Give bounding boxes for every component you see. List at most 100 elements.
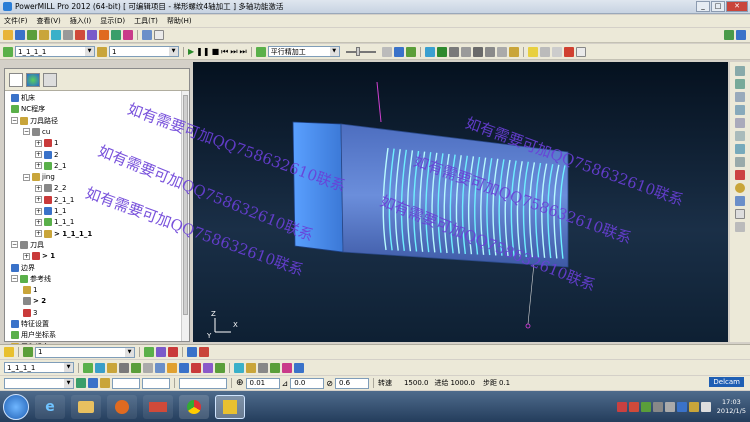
tool-database-icon[interactable] — [63, 30, 73, 40]
expand-toggle-icon[interactable]: − — [23, 173, 30, 181]
view-bottom-icon[interactable] — [735, 157, 745, 167]
ie-taskbar-button[interactable]: e — [35, 394, 65, 419]
tree-item[interactable]: − 参考线 — [11, 274, 51, 284]
tree-item[interactable]: +2_1 — [35, 161, 66, 171]
edit-10-icon[interactable] — [191, 362, 201, 373]
menu-help[interactable]: 帮助(H) — [167, 16, 192, 26]
exit-sim-icon[interactable] — [563, 46, 574, 57]
stock-cut-icon[interactable] — [551, 46, 562, 57]
boundary-icon[interactable] — [87, 30, 97, 40]
shaded-icon[interactable] — [735, 183, 745, 193]
edit-4-icon[interactable] — [119, 362, 129, 373]
expand-toggle-icon[interactable]: + — [35, 139, 42, 147]
edit-3-icon[interactable] — [107, 362, 117, 373]
tray-5-icon[interactable] — [676, 401, 687, 412]
bottom-tool-combo[interactable]: 1 ▼ — [35, 346, 135, 358]
view-back-icon[interactable] — [735, 118, 745, 128]
expand-toggle-icon[interactable]: − — [11, 275, 18, 283]
volume-icon[interactable] — [700, 401, 711, 412]
tool-close-icon[interactable] — [199, 347, 209, 357]
tree-item[interactable]: +2_2 — [35, 183, 66, 193]
view-right-icon[interactable] — [735, 144, 745, 154]
zoom-icon[interactable] — [735, 170, 745, 180]
open-icon[interactable] — [3, 30, 13, 40]
globe-tab[interactable] — [26, 72, 40, 87]
shade-mode-6-icon[interactable] — [508, 46, 519, 57]
close-button[interactable]: ✕ — [726, 1, 748, 12]
tool-shade-icon[interactable] — [187, 347, 197, 357]
render-icon[interactable] — [436, 46, 447, 57]
tray-3-icon[interactable] — [652, 401, 663, 412]
status-3-icon[interactable] — [100, 378, 110, 388]
status-field-3[interactable] — [179, 377, 227, 389]
blank-tab[interactable] — [43, 72, 57, 87]
shade-mode-5-icon[interactable] — [496, 46, 507, 57]
pause-icon[interactable]: ❚❚ — [196, 47, 209, 56]
feed-value[interactable]: 1000.0 — [450, 379, 475, 387]
tree-item[interactable]: 3 — [23, 308, 37, 318]
expand-toggle-icon[interactable]: + — [35, 196, 42, 204]
wireframe-icon[interactable] — [735, 196, 745, 206]
bottom-toolpath-combo[interactable]: 1_1_1_1 ▼ — [4, 362, 74, 373]
sim-help-icon[interactable] — [575, 46, 586, 57]
menu-display[interactable]: 显示(D) — [100, 16, 125, 26]
expand-toggle-icon[interactable]: + — [35, 151, 42, 158]
tree-item[interactable]: − cu — [23, 127, 50, 137]
menu-tools[interactable]: 工具(T) — [134, 16, 158, 26]
tool-edit-icon[interactable] — [156, 347, 166, 357]
tool-axis-icon[interactable] — [111, 30, 121, 40]
step-value[interactable]: 0.1 — [499, 379, 510, 387]
tool-combo[interactable]: 1 ▼ — [109, 46, 179, 57]
feeds-icon[interactable] — [51, 30, 61, 40]
tool-holder-icon[interactable] — [23, 347, 33, 357]
tree-item[interactable]: − jing — [23, 172, 55, 182]
expand-toggle-icon[interactable]: + — [35, 218, 42, 226]
thickness-field[interactable]: 0.0 — [290, 377, 325, 389]
tree-item[interactable]: + > 1 — [23, 251, 55, 261]
clock[interactable]: 17:03 2012/1/5 — [717, 398, 746, 416]
tree-item[interactable]: 1 — [23, 285, 37, 295]
leads-icon[interactable] — [99, 30, 109, 40]
app-taskbar-button[interactable] — [143, 394, 173, 419]
minimize-button[interactable]: _ — [696, 1, 710, 12]
tree-item[interactable]: − 刀具 — [11, 240, 44, 250]
start-button[interactable] — [3, 393, 29, 420]
strategy-combo[interactable]: 平行精加工 ▼ — [267, 46, 340, 57]
step-icon[interactable]: ⏭ — [230, 47, 237, 57]
block-icon[interactable] — [27, 30, 37, 40]
tray-2-icon[interactable] — [640, 401, 651, 412]
sim-option-icon[interactable] — [381, 46, 392, 57]
speed-slider[interactable] — [345, 46, 376, 56]
tool-create-icon[interactable] — [144, 347, 154, 357]
tray-6-icon[interactable] — [688, 401, 699, 412]
expand-toggle-icon[interactable]: + — [35, 230, 42, 238]
stock-icon[interactable] — [527, 46, 538, 57]
tree-item[interactable]: NC程序 — [11, 104, 45, 114]
shade-mode-4-icon[interactable] — [484, 46, 495, 57]
speed-value[interactable]: 1500.0 — [404, 379, 429, 387]
powermill-taskbar-button[interactable] — [215, 394, 245, 419]
side-view-icon[interactable] — [736, 30, 746, 40]
tree-item[interactable]: +1_1_1 — [35, 217, 74, 227]
toolpath-strategy-icon[interactable] — [75, 30, 85, 40]
explorer-taskbar-button[interactable] — [71, 394, 101, 419]
tree-item[interactable]: > 2 — [23, 296, 46, 306]
menu-file[interactable]: 文件(F) — [4, 16, 28, 26]
shade-mode-1-icon[interactable] — [448, 46, 459, 57]
expand-toggle-icon[interactable]: + — [23, 252, 30, 260]
end-icon[interactable]: ⏭ — [240, 47, 247, 57]
view-left-icon[interactable] — [735, 131, 745, 141]
shade-mode-3-icon[interactable] — [472, 46, 483, 57]
media-taskbar-button[interactable] — [107, 394, 137, 419]
edit-13-icon[interactable] — [234, 362, 244, 373]
toolpath-combo[interactable]: 1_1_1_1 ▼ — [15, 46, 95, 57]
tray-app-icon[interactable] — [616, 401, 627, 412]
tree-item[interactable]: − 刀具路径 — [11, 116, 58, 126]
edit-17-icon[interactable] — [282, 362, 292, 373]
tree-item[interactable]: 机床 — [11, 93, 35, 103]
rapid-move-icon[interactable] — [39, 30, 49, 40]
status-1-icon[interactable] — [76, 378, 86, 388]
step-back-icon[interactable]: ⏮ — [221, 47, 228, 57]
save-icon[interactable] — [15, 30, 25, 40]
stop-icon[interactable]: ■ — [212, 47, 220, 56]
